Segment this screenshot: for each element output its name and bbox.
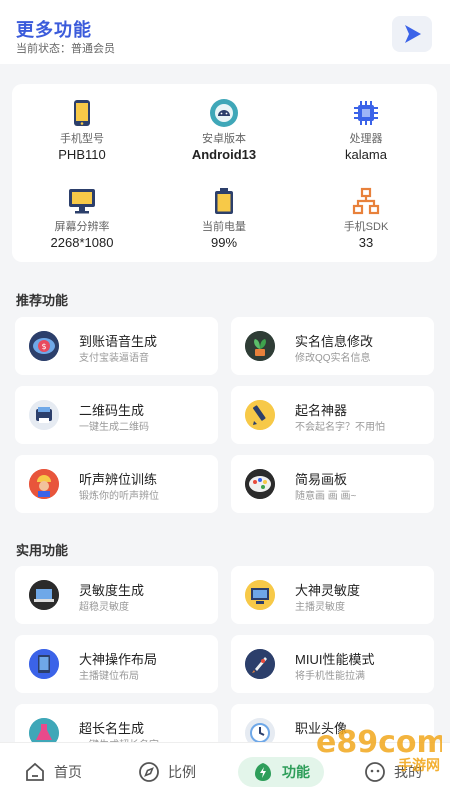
watermark-text: 手游网 [398, 757, 440, 774]
chip-icon [351, 98, 381, 128]
qrcode-icon [29, 400, 59, 430]
phone-icon [67, 98, 97, 128]
processor: 处理器 kalama [296, 98, 436, 163]
device-info-card: 手机型号 PHB110 安卓版本 Android13 处理器 kalama 屏幕… [12, 84, 437, 262]
svg-text:$: $ [41, 342, 46, 351]
nav-ratio[interactable]: 比例 [138, 757, 196, 787]
feature-card-sensitivity[interactable]: 灵敏度生成 超稳灵敏度 [15, 566, 218, 624]
palette-icon [245, 469, 275, 499]
page-title: 更多功能 [16, 20, 92, 40]
play-icon [405, 25, 421, 43]
pen-icon [245, 400, 275, 430]
play-button[interactable] [392, 16, 432, 52]
laptop-icon [29, 580, 59, 610]
feature-card-qrcode[interactable]: 二维码生成 一键生成二维码 [15, 386, 218, 444]
monitor-icon [67, 186, 97, 216]
tablet-icon [29, 649, 59, 679]
feature-card-pro-sensitivity[interactable]: 大神灵敏度 主播灵敏度 [231, 566, 434, 624]
computer-icon [245, 580, 275, 610]
section-title-practical: 实用功能 [16, 543, 69, 558]
android-icon [209, 98, 239, 128]
android-version: 安卓版本 Android13 [154, 98, 294, 163]
feature-card-drawing-board[interactable]: 简易画板 随意画 画 画~ [231, 455, 434, 513]
nav-home[interactable]: 首页 [24, 757, 82, 787]
phone-sdk: 手机SDK 33 [296, 186, 436, 251]
compass-icon [139, 762, 159, 782]
feature-card-payment-voice[interactable]: $ 到账语音生成 支付宝装逼语音 [15, 317, 218, 375]
watermark-logo: e89com [316, 725, 442, 760]
device-model: 手机型号 PHB110 [12, 98, 152, 163]
watermark: e89com 手游网 [312, 712, 448, 782]
feature-card-realname-edit[interactable]: 实名信息修改 修改QQ实名信息 [231, 317, 434, 375]
screen-resolution: 屏幕分辨率 2268*1080 [12, 186, 152, 251]
battery-icon [209, 186, 239, 216]
member-status: 当前状态：普通会员 [16, 43, 115, 55]
network-icon [351, 186, 381, 216]
feature-card-miui-performance[interactable]: MIUI性能模式 将手机性能拉满 [231, 635, 434, 693]
rocket-icon [245, 649, 275, 679]
home-icon [26, 762, 44, 781]
battery-level: 当前电量 99% [154, 186, 294, 251]
coin-icon: $ [29, 331, 59, 361]
bolt-icon [255, 763, 271, 781]
feature-card-layout[interactable]: 大神操作布局 主播键位布局 [15, 635, 218, 693]
plant-icon [245, 331, 275, 361]
feature-card-naming[interactable]: 起名神器 不会起名字？不用怕 [231, 386, 434, 444]
header: 更多功能 当前状态：普通会员 [0, 0, 450, 64]
feature-card-sound-locate[interactable]: 听声辨位训练 锻炼你的听声辨位 [15, 455, 218, 513]
section-title-recommended: 推荐功能 [16, 293, 69, 308]
worker-icon [29, 469, 59, 499]
